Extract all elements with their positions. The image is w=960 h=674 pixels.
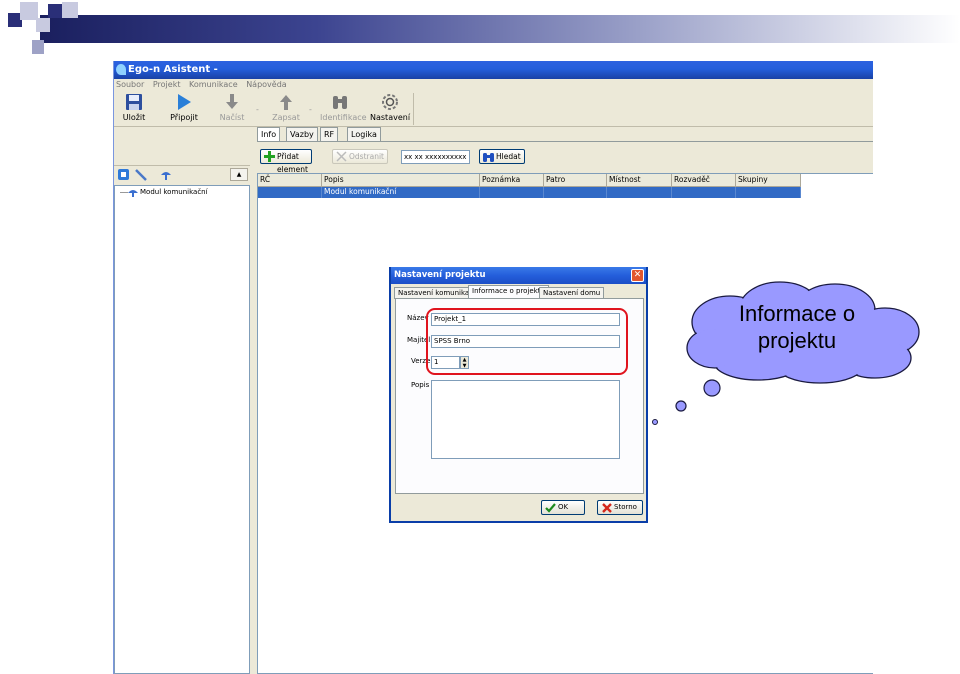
- tab-rf[interactable]: RF: [320, 127, 339, 141]
- checkmark-icon: [545, 503, 556, 513]
- search-label: Hledat: [496, 152, 521, 161]
- col-header-mistnost[interactable]: Místnost: [607, 174, 672, 187]
- toolbar-separator: -: [309, 105, 312, 114]
- tab-logika[interactable]: Logika: [347, 127, 381, 141]
- collapse-button[interactable]: ▲: [230, 168, 248, 181]
- table-cell: Modul komunikační: [322, 187, 480, 198]
- col-header-skupiny[interactable]: Skupiny: [736, 174, 801, 187]
- add-element-button[interactable]: Přidat element: [260, 149, 312, 174]
- table-cell: [544, 187, 607, 198]
- ok-label: OK: [558, 503, 569, 511]
- window-titlebar: Ego-n Asistent -: [114, 61, 873, 79]
- write-button[interactable]: Zapsat: [266, 93, 306, 125]
- toolbar: Uložit Připojit Načíst - Zapsat - Identi…: [114, 91, 873, 127]
- binoculars-icon: [483, 153, 494, 162]
- toolbar-divider: [413, 93, 414, 125]
- remove-label: Odstranit: [349, 152, 384, 161]
- write-label: Zapsat: [272, 113, 300, 122]
- menu-bar: Soubor Projekt Komunikace Nápověda: [114, 79, 873, 91]
- module-icon: [128, 190, 138, 197]
- tabs-baseline: [257, 141, 873, 142]
- gear-icon: [382, 94, 398, 110]
- x-icon: [602, 503, 612, 513]
- dialog-title: Nastavení projektu: [394, 270, 486, 280]
- toolbar-separator: -: [256, 105, 259, 114]
- decor-square: [48, 4, 62, 18]
- app-icon: [116, 64, 126, 75]
- table-cell: [480, 187, 544, 198]
- connect-button[interactable]: Připojit: [164, 93, 204, 125]
- table-cell: [736, 187, 801, 198]
- tree-toolbar: ▲: [114, 165, 250, 183]
- tree-item-label[interactable]: Modul komunikační: [140, 188, 208, 196]
- remove-button[interactable]: Odstranit: [332, 149, 388, 164]
- search-input[interactable]: xx xx xxxxxxxxxx: [401, 150, 470, 164]
- search-button[interactable]: Hledat: [479, 149, 525, 164]
- module-icon[interactable]: [160, 169, 172, 180]
- cancel-label: Storno: [614, 503, 637, 511]
- load-button[interactable]: Načíst: [212, 93, 252, 125]
- callout-text: Informace o projektu: [707, 300, 887, 354]
- dialog-titlebar: Nastavení projektu ✕: [391, 267, 646, 284]
- table-cell: [258, 187, 322, 198]
- project-tree: Modul komunikační: [114, 185, 250, 674]
- window-title: Ego-n Asistent -: [128, 64, 218, 75]
- decor-square: [62, 2, 78, 18]
- tree-view-icon[interactable]: [118, 169, 129, 180]
- thought-cloud: [652, 281, 920, 425]
- save-label: Uložit: [122, 113, 146, 122]
- description-label: Popis: [411, 381, 430, 389]
- description-field[interactable]: [431, 380, 620, 459]
- settings-label: Nastavení: [370, 113, 411, 122]
- menu-file[interactable]: Soubor: [116, 80, 144, 89]
- tree-line: [120, 192, 128, 193]
- menu-help[interactable]: Nápověda: [246, 80, 287, 89]
- play-icon: [178, 94, 191, 110]
- col-header-rc[interactable]: RČ: [258, 174, 322, 187]
- table-cell: [672, 187, 736, 198]
- project-info-panel: Název Projekt_1 Majitel SPSS Brno Verze …: [395, 298, 644, 494]
- project-settings-dialog: Nastavení projektu ✕ Nastavení komunikac…: [389, 267, 648, 523]
- highlight-frame: [426, 308, 628, 375]
- binoculars-icon: [333, 96, 347, 109]
- col-header-poznamka[interactable]: Poznámka: [480, 174, 544, 187]
- col-header-popis[interactable]: Popis: [322, 174, 480, 187]
- cancel-button[interactable]: Storno: [597, 500, 643, 515]
- arrow-down-icon: [226, 94, 238, 109]
- decor-square: [36, 18, 50, 32]
- save-button[interactable]: Uložit: [114, 93, 154, 125]
- arrow-up-icon: [280, 95, 292, 110]
- floppy-icon: [126, 94, 142, 110]
- identify-button[interactable]: Identifikace: [320, 93, 367, 125]
- decor-square: [32, 40, 44, 54]
- plus-icon: [264, 151, 275, 162]
- table-cell: [607, 187, 672, 198]
- connect-label: Připojit: [170, 113, 198, 122]
- tab-info[interactable]: Info: [257, 127, 281, 142]
- slide-header-bar: [40, 15, 960, 43]
- tab-vazby[interactable]: Vazby: [286, 127, 318, 141]
- panel-splitter[interactable]: [250, 127, 257, 674]
- wrench-icon[interactable]: [134, 168, 148, 181]
- settings-button[interactable]: Nastavení: [370, 93, 410, 125]
- menu-project[interactable]: Projekt: [153, 80, 181, 89]
- menu-communication[interactable]: Komunikace: [189, 80, 238, 89]
- col-header-rozvadec[interactable]: Rozvaděč: [672, 174, 736, 187]
- ok-button[interactable]: OK: [541, 500, 585, 515]
- callout-line-1: Informace o: [738, 301, 856, 326]
- identify-label: Identifikace: [320, 113, 367, 122]
- col-header-patro[interactable]: Patro: [544, 174, 607, 187]
- add-element-label: Přidat element: [277, 152, 308, 174]
- load-label: Načíst: [219, 113, 245, 122]
- scissors-icon: [336, 151, 347, 162]
- tab-project-info[interactable]: Informace o projektu: [468, 285, 549, 299]
- callout-line-2: projektu: [757, 328, 837, 353]
